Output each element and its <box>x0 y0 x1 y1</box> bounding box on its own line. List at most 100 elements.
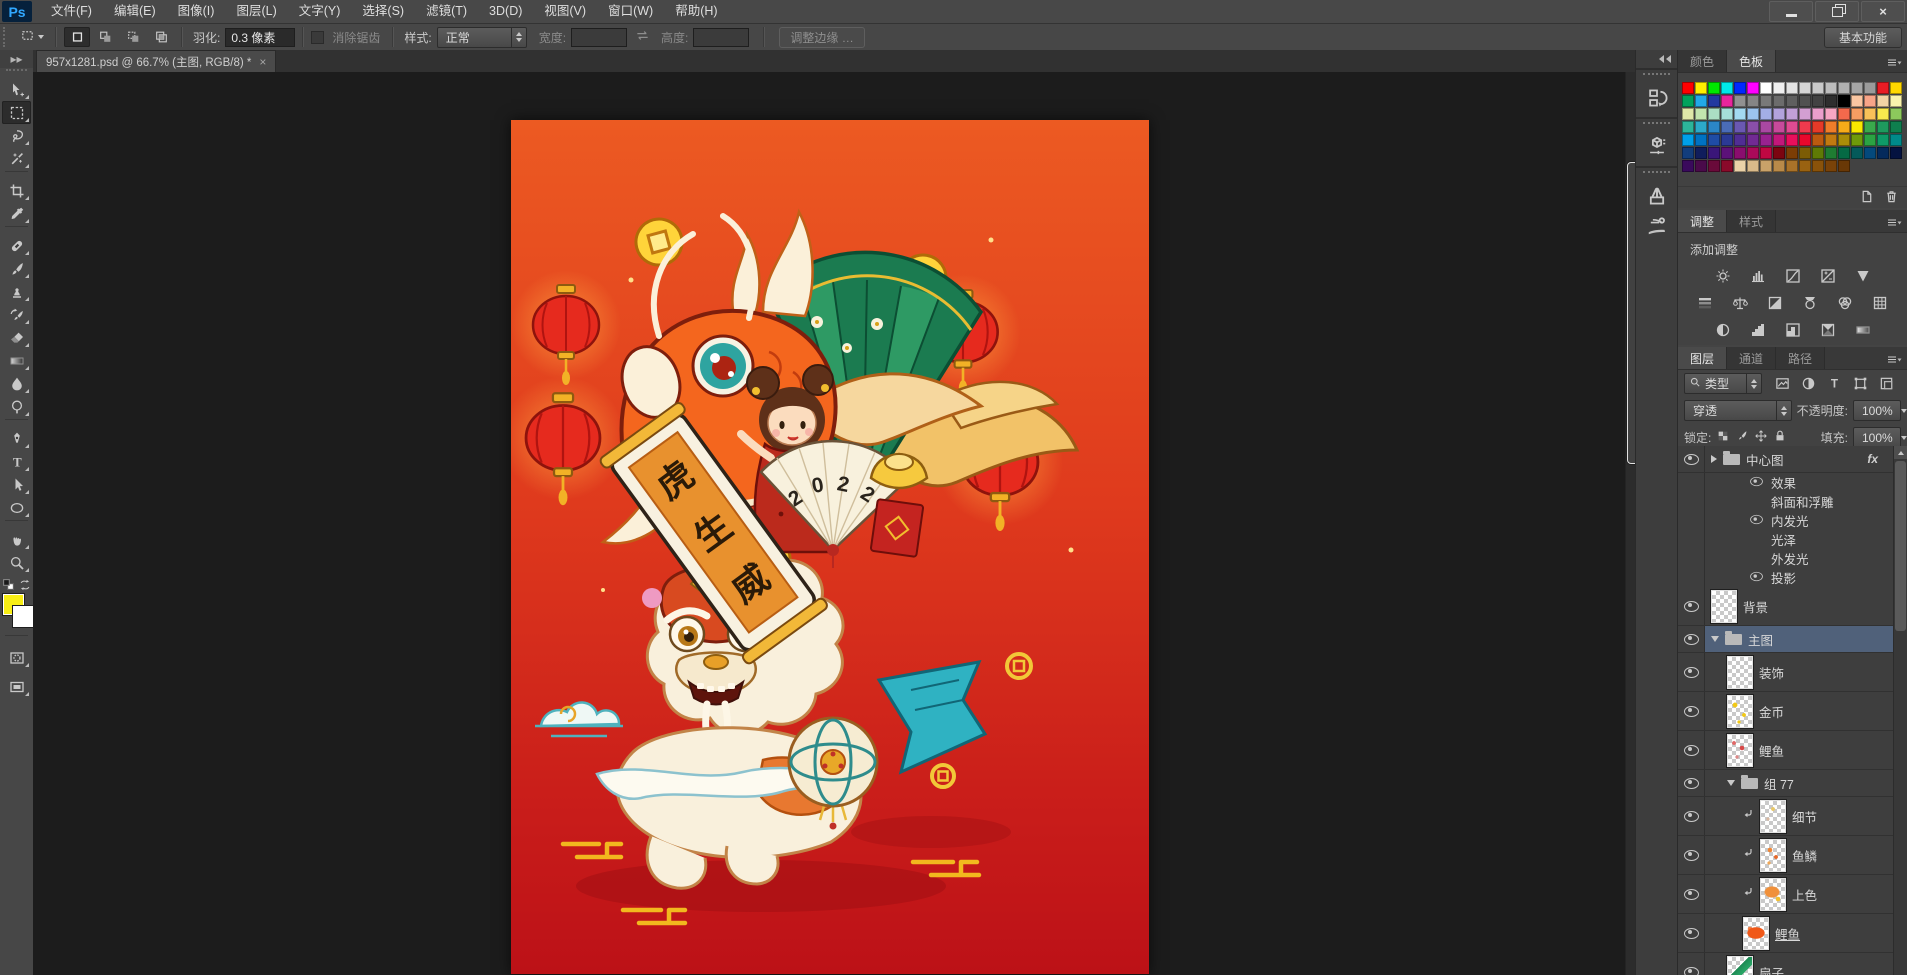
restore-button[interactable] <box>1815 1 1859 22</box>
layer-thumbnail[interactable] <box>1711 590 1737 623</box>
expand-panels-icon[interactable] <box>1636 50 1677 68</box>
refine-edge-button[interactable]: 调整边缘 … <box>779 27 864 48</box>
width-input[interactable] <box>571 28 627 47</box>
quick-mask-button[interactable] <box>2 646 31 669</box>
panel-menu-icon[interactable] <box>1885 54 1903 73</box>
color-swatch[interactable] <box>1747 134 1759 146</box>
layer-content[interactable]: 投影 <box>1705 568 1894 587</box>
color-swatch[interactable] <box>1825 95 1837 107</box>
layer-filter-dropdown[interactable]: 类型 <box>1684 373 1762 394</box>
color-swatch[interactable] <box>1747 108 1759 120</box>
delete-swatch-icon[interactable] <box>1884 189 1899 207</box>
lasso-tool[interactable] <box>2 124 31 147</box>
color-swatch[interactable] <box>1721 134 1733 146</box>
layer-name[interactable]: 上色 <box>1792 885 1817 904</box>
layer-content[interactable]: 背景 <box>1705 587 1894 625</box>
panel-menu-icon[interactable] <box>1885 214 1903 233</box>
pixel-layer-filter-icon[interactable] <box>1771 374 1793 393</box>
color-swatch[interactable] <box>1747 160 1759 172</box>
layer-content[interactable]: 鱼鳞 <box>1705 836 1894 874</box>
path-selection-tool[interactable] <box>2 473 31 496</box>
color-swatch[interactable] <box>1812 108 1824 120</box>
layer-name[interactable]: 内发光 <box>1771 511 1809 530</box>
color-swatch[interactable] <box>1786 160 1798 172</box>
color-swatch[interactable] <box>1799 121 1811 133</box>
layer-row-金币[interactable]: 金币 <box>1678 692 1894 731</box>
color-swatch[interactable] <box>1721 95 1733 107</box>
layer-thumbnail[interactable] <box>1727 656 1753 689</box>
minimize-button[interactable] <box>1769 1 1813 22</box>
ellipse-tool[interactable] <box>2 496 31 519</box>
color-swatch[interactable] <box>1708 121 1720 133</box>
layer-thumbnail[interactable] <box>1760 800 1786 833</box>
color-swatch[interactable] <box>1747 121 1759 133</box>
color-swatch[interactable] <box>1838 134 1850 146</box>
color-swatch[interactable] <box>1708 82 1720 94</box>
eyedropper-tool[interactable] <box>2 202 31 225</box>
color-swatch[interactable] <box>1682 147 1694 159</box>
color-swatch[interactable] <box>1812 160 1824 172</box>
fill-dropdown[interactable]: 100% <box>1853 427 1901 448</box>
color-swatch[interactable] <box>1812 134 1824 146</box>
layer-name[interactable]: 主图 <box>1748 630 1773 649</box>
color-swatch[interactable] <box>1864 134 1876 146</box>
layer-thumbnail[interactable] <box>1727 734 1753 767</box>
adjustments-tab-样式[interactable]: 样式 <box>1727 210 1776 232</box>
color-swatch[interactable] <box>1812 95 1824 107</box>
color-swatch[interactable] <box>1838 108 1850 120</box>
color-swatch[interactable] <box>1825 134 1837 146</box>
color-swatch[interactable] <box>1747 82 1759 94</box>
layer-content[interactable]: 中心图fx <box>1705 446 1894 472</box>
curves-icon[interactable] <box>1780 265 1806 286</box>
layer-name[interactable]: 斜面和浮雕 <box>1771 492 1834 511</box>
gradient-map-icon[interactable] <box>1815 319 1841 340</box>
color-swatch[interactable] <box>1773 82 1785 94</box>
color-swatch[interactable] <box>1682 134 1694 146</box>
color-swatch[interactable] <box>1747 147 1759 159</box>
color-swatch[interactable] <box>1890 147 1902 159</box>
layer-row-鱼鳞[interactable]: 鱼鳞 <box>1678 836 1894 875</box>
tool-preset-picker[interactable] <box>16 26 48 48</box>
color-swatch[interactable] <box>1851 134 1863 146</box>
opacity-dropdown[interactable]: 100% <box>1853 400 1901 421</box>
color-swatch[interactable] <box>1825 121 1837 133</box>
swatches-tab-颜色[interactable]: 颜色 <box>1678 50 1727 72</box>
tools-gripper[interactable] <box>6 69 27 77</box>
hue-saturation-icon[interactable] <box>1692 292 1718 313</box>
add-to-selection-button[interactable] <box>92 27 118 47</box>
color-swatch[interactable] <box>1682 121 1694 133</box>
visibility-toggle[interactable] <box>1678 875 1705 913</box>
fx-eye-slot[interactable] <box>1749 476 1765 490</box>
layer-row-上色[interactable]: 上色 <box>1678 875 1894 914</box>
layer-group-row-主图[interactable]: 主图 <box>1678 626 1894 653</box>
levels-icon[interactable] <box>1745 265 1771 286</box>
color-swatch[interactable] <box>1760 108 1772 120</box>
color-swatch[interactable] <box>1838 95 1850 107</box>
layer-name[interactable]: 组 77 <box>1764 774 1794 793</box>
layer-content[interactable]: 鲤鱼 <box>1705 914 1894 952</box>
layer-content[interactable]: 鲤鱼 <box>1705 731 1894 769</box>
group-caret-icon[interactable] <box>1711 636 1719 642</box>
layer-content[interactable]: 扇子 <box>1705 953 1894 975</box>
visibility-toggle[interactable] <box>1678 797 1705 835</box>
color-swatch[interactable] <box>1734 147 1746 159</box>
visibility-toggle[interactable] <box>1678 511 1705 530</box>
layers-scrollbar[interactable] <box>1893 446 1907 975</box>
layer-content[interactable]: 外发光 <box>1705 549 1894 568</box>
layer-row-光泽[interactable]: 光泽 <box>1678 530 1894 549</box>
layer-row-鲤鱼[interactable]: 鲤鱼 <box>1678 731 1894 770</box>
smart-object-filter-icon[interactable] <box>1875 374 1897 393</box>
layer-row-效果[interactable]: 效果 <box>1678 473 1894 492</box>
color-swatch[interactable] <box>1890 134 1902 146</box>
visibility-toggle[interactable] <box>1678 587 1705 625</box>
menu-item-视图(V)[interactable]: 视图(V) <box>533 0 597 23</box>
layer-content[interactable]: 上色 <box>1705 875 1894 913</box>
crop-tool[interactable] <box>2 179 31 202</box>
layer-name[interactable]: 外发光 <box>1771 549 1809 568</box>
layer-content[interactable]: 金币 <box>1705 692 1894 730</box>
color-swatch[interactable] <box>1877 134 1889 146</box>
dock-gripper[interactable] <box>1643 122 1670 129</box>
lock-paint-icon[interactable] <box>1735 429 1749 446</box>
layer-name[interactable]: 金币 <box>1759 702 1784 721</box>
menu-item-文字(Y)[interactable]: 文字(Y) <box>288 0 352 23</box>
